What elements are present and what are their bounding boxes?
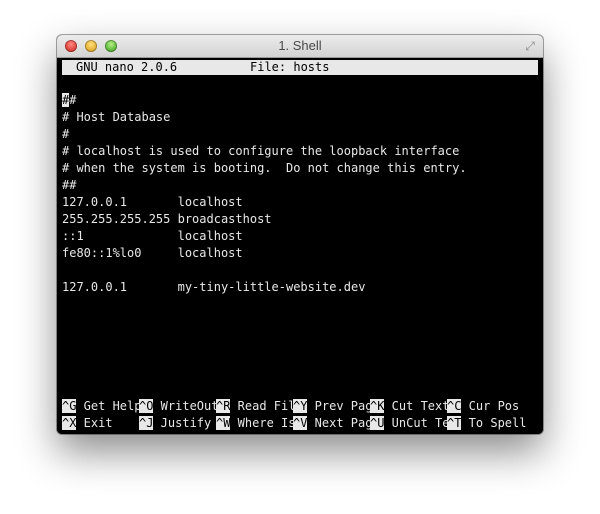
shortcut-label: WriteOut <box>153 399 219 413</box>
shortcut-key: ^K <box>370 399 385 413</box>
title-bar[interactable]: 1. Shell ⤢ <box>57 35 543 58</box>
shortcut-label: Justify <box>153 416 212 430</box>
nano-version: GNU nano 2.0.6 <box>76 60 178 74</box>
editor-line[interactable]: 127.0.0.1 localhost <box>62 194 243 211</box>
shortcut-key: ^J <box>139 416 154 430</box>
shortcut-key: ^G <box>62 399 77 413</box>
shortcut-label: Prev Pag <box>307 399 373 413</box>
shortcut-prev-page[interactable]: ^Y Prev Pag <box>293 398 372 415</box>
editor-line[interactable]: ## <box>62 177 76 194</box>
shortcut-label: Exit <box>76 416 113 430</box>
terminal-content[interactable]: GNU nano 2.0.6 File: hosts ## # Host Dat… <box>57 58 543 434</box>
shortcut-label: Next Pag <box>307 416 373 430</box>
shortcut-label: Cur Pos <box>461 399 520 413</box>
editor-line[interactable]: 127.0.0.1 my-tiny-little-website.dev <box>62 279 365 296</box>
shortcut-label: Where Is <box>230 416 296 430</box>
nano-status-bar: GNU nano 2.0.6 File: hosts <box>62 60 538 75</box>
shortcut-next-page[interactable]: ^V Next Pag <box>293 415 372 432</box>
editor-line[interactable]: # <box>62 126 69 143</box>
shortcut-where-is[interactable]: ^W Where Is <box>216 415 295 432</box>
shortcut-to-spell[interactable]: ^T To Spell <box>447 415 526 432</box>
editor-line[interactable]: 255.255.255.255 broadcasthost <box>62 211 272 228</box>
shortcut-label: Cut Text <box>384 399 450 413</box>
terminal-window: 1. Shell ⤢ GNU nano 2.0.6 File: hosts ##… <box>57 35 543 434</box>
shortcut-uncut-text[interactable]: ^U UnCut Te <box>370 415 449 432</box>
shortcut-writeout[interactable]: ^O WriteOut <box>139 398 218 415</box>
shortcut-label: UnCut Te <box>384 416 450 430</box>
shortcut-justify[interactable]: ^J Justify <box>139 415 211 432</box>
shortcut-cur-pos[interactable]: ^C Cur Pos <box>447 398 519 415</box>
editor-line[interactable]: # localhost is used to configure the loo… <box>62 143 459 160</box>
shortcut-label: Get Help <box>76 399 142 413</box>
shortcut-key: ^W <box>216 416 231 430</box>
shortcut-key: ^O <box>139 399 154 413</box>
shortcut-key: ^X <box>62 416 77 430</box>
shortcut-key: ^U <box>370 416 385 430</box>
shortcut-label: To Spell <box>461 416 527 430</box>
window-title: 1. Shell <box>278 38 322 53</box>
shortcut-get-help[interactable]: ^G Get Help <box>62 398 141 415</box>
shortcut-key: ^C <box>447 399 462 413</box>
resize-icon[interactable]: ⤢ <box>523 39 537 53</box>
shortcut-exit[interactable]: ^X Exit <box>62 415 113 432</box>
editor-line-1-rest: # <box>69 93 77 107</box>
shortcut-label: Read Fil <box>230 399 296 413</box>
shortcut-read-file[interactable]: ^R Read Fil <box>216 398 295 415</box>
editor-line[interactable]: ::1 localhost <box>62 228 243 245</box>
shortcut-key: ^V <box>293 416 308 430</box>
file-name-label: File: hosts <box>250 60 330 74</box>
shortcut-key: ^R <box>216 399 231 413</box>
shortcut-cut-text[interactable]: ^K Cut Text <box>370 398 449 415</box>
shortcut-key: ^T <box>447 416 462 430</box>
editor-line[interactable]: fe80::1%lo0 localhost <box>62 245 243 262</box>
editor-line[interactable]: # when the system is booting. Do not cha… <box>62 160 467 177</box>
editor-line-1[interactable]: ## <box>62 92 76 109</box>
editor-line[interactable]: # Host Database <box>62 109 170 126</box>
shortcut-key: ^Y <box>293 399 308 413</box>
